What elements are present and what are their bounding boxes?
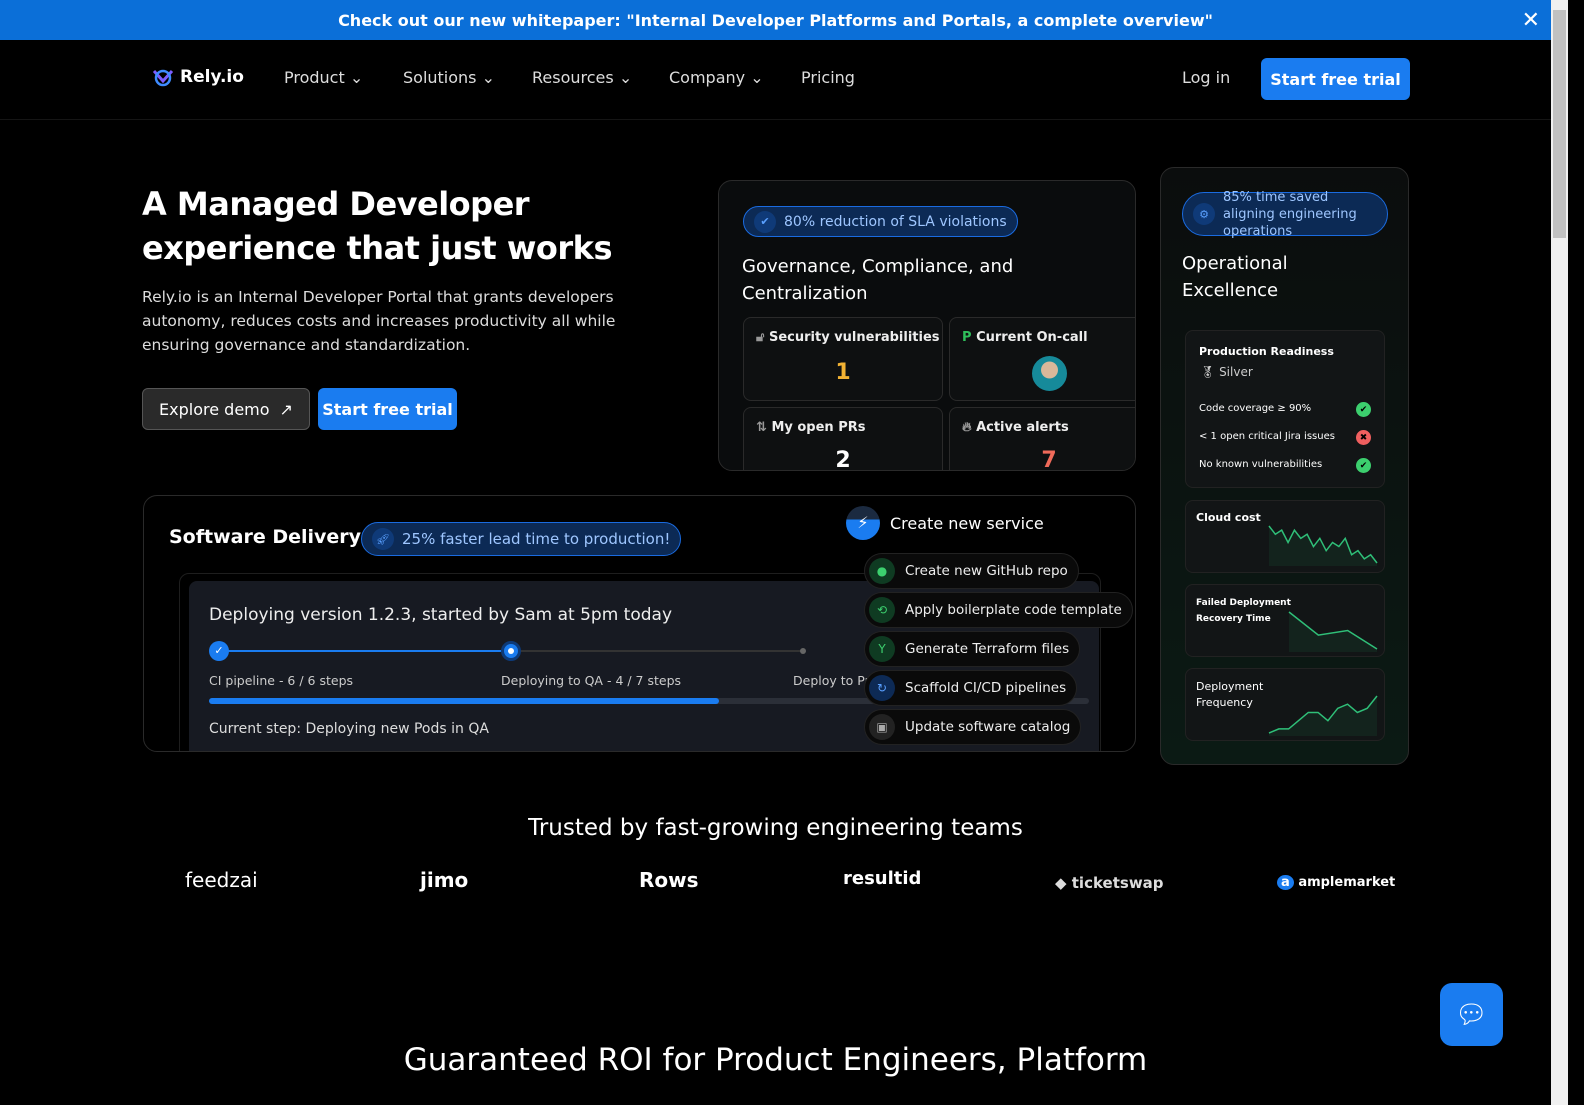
readiness-title: Production Readiness <box>1199 345 1334 358</box>
terraform-icon: Y <box>869 636 895 662</box>
service-steps: ● Create new GitHub repo ⟲ Apply boilerpla… <box>864 553 1133 745</box>
recovery-time-card[interactable]: Failed Deployment Recovery Time <box>1185 584 1385 657</box>
catalog-icon: ▣ <box>869 714 895 740</box>
sparkline-area <box>1289 612 1377 652</box>
template-icon: ⟲ <box>869 597 895 623</box>
logo-resultid: resultid <box>843 868 922 889</box>
chevron-down-icon: ⌄ <box>481 68 496 87</box>
start-trial-button[interactable]: Start free trial <box>1261 58 1410 100</box>
logo[interactable]: Rely.io <box>152 67 244 87</box>
nav-company[interactable]: Company ⌄ <box>669 68 764 87</box>
cloud-cost-sparkline <box>1268 525 1378 566</box>
chevron-down-icon: ⌄ <box>349 68 364 87</box>
hero-start-trial-button[interactable]: Start free trial <box>318 388 457 430</box>
software-delivery-panel: Software Delivery 🚀︎ 25% faster lead time… <box>143 495 1136 752</box>
close-icon[interactable]: ✕ <box>1522 8 1540 33</box>
roi-title: Guaranteed ROI for Product Engineers, Pl… <box>403 1042 1148 1078</box>
check-pass-icon: ✔ <box>1356 458 1371 473</box>
check-label: Code coverage ≥ 90% <box>1199 403 1312 414</box>
explore-demo-button[interactable]: Explore demo ↗ <box>142 388 310 430</box>
chat-icon: 💬︎ <box>1454 999 1488 1030</box>
logo-rows: Rows <box>639 868 699 892</box>
on-call-card[interactable]: P Current On-call <box>949 317 1135 401</box>
chevron-down-icon: ⌄ <box>750 68 764 87</box>
check-label: No known vulnerabilities <box>1199 459 1323 470</box>
logo-feedzai: feedzai <box>185 868 258 892</box>
stage-label: Deploying to QA - 4 / 7 steps <box>501 673 682 688</box>
operations-panel: ⚙ 85% time saved aligning engineering ope… <box>1160 167 1409 765</box>
governance-panel: ✔ 80% reduction of SLA violations Governa… <box>718 180 1136 471</box>
active-alerts-card[interactable]: 🔥︎ Active alerts 7 <box>949 407 1135 470</box>
step-cicd[interactable]: ↻ Scaffold CI/CD pipelines <box>864 670 1078 706</box>
stage-pending-icon <box>800 648 806 654</box>
hero-title: A Managed Developer experience that just … <box>142 185 613 267</box>
github-icon: ● <box>869 558 895 584</box>
stage-label: Deploy to Pr <box>793 673 870 688</box>
banner-text[interactable]: Check out our new whitepaper: "Internal … <box>338 11 1213 30</box>
badge-icon: ✔ <box>754 210 776 233</box>
lightning-icon: ⚡︎ <box>846 506 880 540</box>
logo-amplemarket: a amplemarket <box>1277 875 1395 890</box>
nav-product[interactable]: Product ⌄ <box>284 68 363 87</box>
chat-button[interactable]: 💬︎ <box>1440 983 1503 1046</box>
logo-ticketswap: ◆ ticketswap <box>1055 874 1164 892</box>
pagerduty-icon: P <box>962 330 972 345</box>
announcement-banner[interactable]: Check out our new whitepaper: "Internal … <box>0 0 1551 40</box>
ops-title: Operational Excellence <box>1182 253 1288 301</box>
stage-label: CI pipeline - 6 / 6 steps <box>209 673 354 688</box>
create-service-header: ⚡︎ Create new service <box>846 506 1044 540</box>
lock-icon: 🔓︎ <box>756 330 765 345</box>
stage-active-icon <box>501 641 521 661</box>
open-prs-card[interactable]: ⇅ My open PRs 2 <box>743 407 943 470</box>
settings-icon: ⚙ <box>1193 203 1215 225</box>
logo-text: Rely.io <box>180 67 244 87</box>
sla-pill: ✔ 80% reduction of SLA violations <box>743 206 1018 237</box>
scrollbar-thumb[interactable] <box>1553 10 1566 238</box>
logo-jimo: jimo <box>420 868 469 892</box>
logo-icon <box>152 69 174 87</box>
stage-complete-icon: ✓ <box>209 641 229 661</box>
security-vulnerabilities-card[interactable]: 🔓︎ Security vulnerabilities 1 <box>743 317 943 401</box>
readiness-level: 🏅︎ Silver <box>1200 365 1253 379</box>
avatar <box>1032 356 1067 391</box>
trusted-title: Trusted by fast-growing engineering team… <box>528 815 1023 841</box>
hero-description: Rely.io is an Internal Developer Portal … <box>142 288 616 354</box>
deploy-title: Deploying version 1.2.3, started by Sam … <box>209 605 673 625</box>
fire-icon: 🔥︎ <box>962 420 972 435</box>
nav-pricing[interactable]: Pricing <box>801 68 855 87</box>
step-terraform[interactable]: Y Generate Terraform files <box>864 631 1081 667</box>
pipeline-icon: ↻ <box>869 675 895 701</box>
lead-time-pill: 🚀︎ 25% faster lead time to production! <box>361 522 682 556</box>
delivery-title: Software Delivery <box>169 526 362 548</box>
pull-request-icon: ⇅ <box>756 420 767 435</box>
step-catalog[interactable]: ▣ Update software catalog <box>864 709 1082 745</box>
check-label: < 1 open critical Jira issues <box>1199 431 1335 442</box>
rocket-icon: 🚀︎ <box>372 528 394 550</box>
cloud-cost-card[interactable]: Cloud cost <box>1185 500 1385 573</box>
time-saved-pill: ⚙ 85% time saved aligning engineering ope… <box>1182 190 1388 239</box>
recovery-time-sparkline <box>1288 611 1378 652</box>
top-nav: Rely.io Product ⌄ Solutions ⌄ Resources … <box>0 40 1551 120</box>
external-link-icon: ↗ <box>279 399 293 419</box>
nav-resources[interactable]: Resources ⌄ <box>532 68 632 87</box>
deployment-frequency-sparkline <box>1268 695 1378 736</box>
check-fail-icon: ✖ <box>1356 430 1371 445</box>
nav-solutions[interactable]: Solutions ⌄ <box>403 68 495 87</box>
production-readiness-card[interactable]: Production Readiness 🏅︎ Silver Code cove… <box>1185 330 1385 488</box>
chevron-down-icon: ⌄ <box>618 68 633 87</box>
current-step: Current step: Deploying new Pods in QA <box>209 721 489 737</box>
step-github[interactable]: ● Create new GitHub repo <box>864 553 1079 589</box>
governance-title: Governance, Compliance, and Centralizati… <box>742 256 1014 304</box>
login-link[interactable]: Log in <box>1182 68 1230 87</box>
deployment-frequency-card[interactable]: Deployment Frequency <box>1185 668 1385 741</box>
check-pass-icon: ✔ <box>1356 402 1371 417</box>
step-boilerplate[interactable]: ⟲ Apply boilerplate code template <box>864 592 1133 628</box>
medal-icon: 🏅︎ <box>1200 365 1216 379</box>
